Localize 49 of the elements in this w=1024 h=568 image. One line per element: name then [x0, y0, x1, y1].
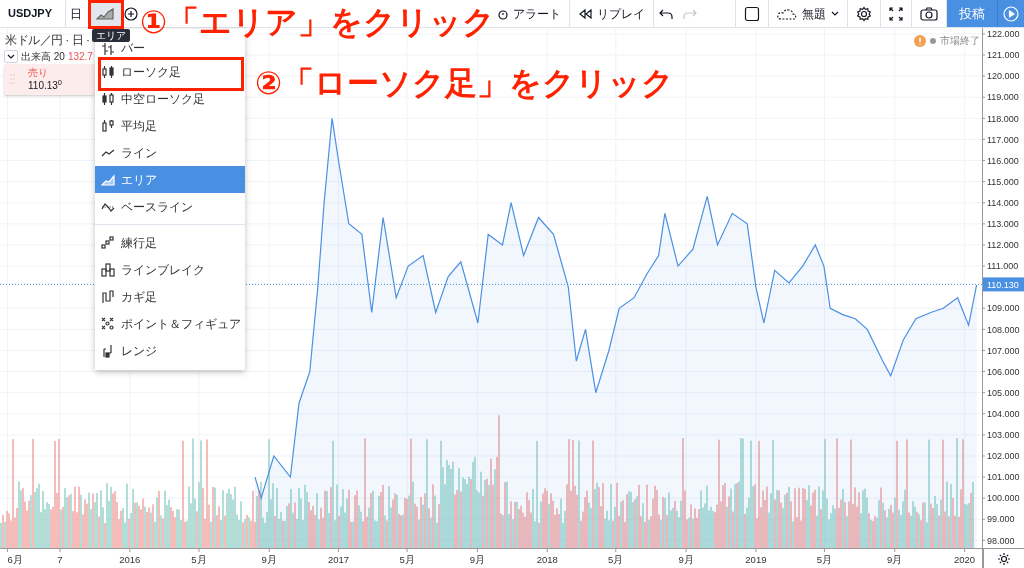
axis-tick-label: 102.000	[987, 451, 1020, 462]
axis-tick-label: 109.000	[987, 303, 1020, 314]
last-price-label: 110.130	[983, 277, 1024, 292]
annotation-text: ②「ローソク足」をクリック	[255, 67, 675, 99]
axis-tick-label: 2018	[536, 554, 558, 565]
axis-tick-label: 5月	[608, 554, 624, 565]
market-status: 市場終了	[940, 34, 980, 48]
axis-tick-label: 121.000	[987, 50, 1020, 61]
axis-tick-label: 108.000	[987, 324, 1020, 335]
ref-line-label: 110.130	[987, 279, 1019, 290]
axis-tick-label: 5月	[191, 554, 207, 565]
tooltip: エリア	[92, 29, 130, 42]
axis-tick-label: 2020	[954, 554, 976, 565]
axis-tick-label: 100.000	[987, 493, 1020, 504]
axis-tick-label: 2017	[327, 554, 350, 565]
axis-tick-label: 112.000	[987, 240, 1019, 251]
axis-tick-label: 7	[57, 554, 63, 565]
axis-tick-label: 9月	[261, 554, 277, 565]
axis-tick-label: 115.000	[987, 176, 1019, 187]
axis-tick-label: 105.000	[987, 387, 1020, 398]
axis-tick-label: 120.000	[987, 71, 1020, 82]
axis-tick-label: 9月	[887, 554, 903, 565]
axis-tick-label: 2016	[119, 554, 141, 565]
axis-tick-label: 103.000	[987, 430, 1020, 441]
volume-label: 出来高 20	[21, 50, 65, 64]
sell-label: 売り	[28, 66, 49, 79]
axis-tick-label: 118.000	[987, 113, 1019, 124]
axis-tick-label: 98.000	[987, 535, 1015, 546]
axis-tick-label: 114.000	[987, 197, 1019, 208]
volume-value: 132.7	[67, 50, 93, 64]
axis-tick-label: 2019	[745, 554, 767, 565]
chart-title: 米ドル／円 · 日 ·	[5, 32, 90, 49]
axis-tick-label: 104.000	[987, 409, 1020, 419]
sell-price: 110.13$^{0}$	[28, 79, 63, 92]
axis-tick-label: 113.000	[987, 219, 1019, 230]
axis-tick-label: 101.000	[987, 472, 1020, 483]
axis-tick-label: 122.000	[987, 29, 1020, 40]
axis-tick-label: 5月	[816, 554, 833, 565]
axis-tick-label: 9月	[469, 554, 485, 565]
axis-tick-label: 6月	[7, 554, 23, 565]
axis-tick-label: 111.000	[987, 261, 1019, 272]
axis-tick-label: 9月	[678, 554, 694, 565]
axis-tick-label: 116.000	[987, 155, 1019, 166]
axis-tick-label: 5月	[399, 554, 415, 565]
axis-tick-label: 117.000	[987, 134, 1019, 145]
axis-tick-label: 99.000	[987, 514, 1015, 525]
axis-tick-label: 106.000	[987, 366, 1020, 377]
axis-tick-label: 119.000	[987, 92, 1019, 103]
axis-tick-label: 107.000	[987, 345, 1020, 356]
